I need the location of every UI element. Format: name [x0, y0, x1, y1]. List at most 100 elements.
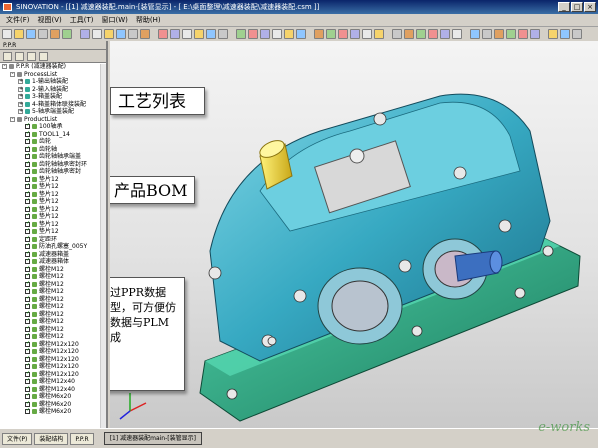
- toolbar-tool-icon[interactable]: [206, 29, 216, 39]
- visibility-checkbox[interactable]: [25, 280, 30, 287]
- toolbar-tool-icon[interactable]: [440, 29, 450, 39]
- toolbar-tool-icon[interactable]: [50, 29, 60, 39]
- toolbar-tool-icon[interactable]: [194, 29, 204, 39]
- tree-product-item[interactable]: 螺栓M12x120: [0, 340, 106, 349]
- tree-product-item[interactable]: 垫片12: [0, 190, 106, 199]
- tree-product-item[interactable]: 垫片12: [0, 212, 106, 221]
- tree-process-item[interactable]: +3-箱盖装配: [0, 93, 106, 101]
- expand-toggle-icon[interactable]: -: [10, 116, 15, 122]
- toolbar-tool-icon[interactable]: [284, 29, 294, 39]
- visibility-checkbox[interactable]: [25, 332, 30, 340]
- visibility-checkbox[interactable]: [25, 347, 30, 355]
- menu-tools[interactable]: 工具(T): [70, 14, 94, 26]
- minimize-button[interactable]: _: [558, 2, 570, 12]
- tree-product-item[interactable]: TOOL1_14: [0, 130, 106, 139]
- expand-toggle-icon[interactable]: +: [18, 94, 23, 99]
- tree-product-item[interactable]: 螺栓M12: [0, 280, 106, 289]
- tab-assembly-structure[interactable]: 装配结构: [34, 432, 69, 445]
- tree-product-item[interactable]: 螺栓M12: [0, 310, 106, 319]
- toolbar-tool-icon[interactable]: [236, 29, 246, 39]
- toolbar-tool-icon[interactable]: [116, 29, 126, 39]
- tree-product-item[interactable]: 螺栓M12: [0, 302, 106, 311]
- toolbar-tool-icon[interactable]: [26, 29, 36, 39]
- visibility-checkbox[interactable]: [25, 310, 30, 317]
- visibility-checkbox[interactable]: [25, 182, 30, 190]
- visibility-checkbox[interactable]: [25, 272, 30, 280]
- menu-file[interactable]: 文件(F): [6, 14, 30, 26]
- tree-product-item[interactable]: 螺栓M12: [0, 325, 106, 334]
- visibility-checkbox[interactable]: [25, 257, 30, 265]
- tree-product-item[interactable]: 齿轮轴轴承端盖: [0, 152, 106, 161]
- tree-product-item[interactable]: 螺栓M12x120: [0, 370, 106, 379]
- toolbar-tool-icon[interactable]: [248, 29, 258, 39]
- visibility-checkbox[interactable]: [25, 160, 30, 167]
- toolbar-tool-icon[interactable]: [392, 29, 402, 39]
- toolbar-tool-icon[interactable]: [374, 29, 384, 39]
- tree-product-item[interactable]: 垫片12: [0, 197, 106, 206]
- menu-window[interactable]: 窗口(W): [102, 14, 128, 26]
- tree-product-item[interactable]: 螺栓M6x20: [0, 392, 106, 401]
- toolbar-tool-icon[interactable]: [314, 29, 324, 39]
- toolbar-tool-icon[interactable]: [272, 29, 282, 39]
- tree-product-item[interactable]: 垫片12: [0, 227, 106, 236]
- tree-process-item[interactable]: +5-轴承端盖装配: [0, 108, 106, 116]
- tree-product-item[interactable]: 齿轮轴: [0, 145, 106, 154]
- visibility-checkbox[interactable]: [25, 212, 30, 220]
- visibility-checkbox[interactable]: [25, 355, 30, 362]
- visibility-checkbox[interactable]: [25, 250, 30, 257]
- toolbar-tool-icon[interactable]: [296, 29, 306, 39]
- visibility-checkbox[interactable]: [25, 152, 30, 160]
- visibility-checkbox[interactable]: [25, 167, 30, 175]
- maximize-button[interactable]: □: [571, 2, 583, 12]
- visibility-checkbox[interactable]: [25, 175, 30, 182]
- expand-toggle-icon[interactable]: +: [18, 86, 23, 92]
- 3d-viewport[interactable]: 工艺列表 产品BOM 通过PPR数据模型，可方便仿真数据与PLM集成: [110, 41, 598, 428]
- document-tab[interactable]: [1] 减速器装配main-[装管显示]: [103, 432, 202, 445]
- tree-scrollbar[interactable]: [100, 64, 106, 428]
- visibility-checkbox[interactable]: [25, 340, 30, 347]
- toolbar-tool-icon[interactable]: [92, 29, 102, 39]
- tree-product-item[interactable]: 螺栓M6x20: [0, 407, 106, 416]
- toolbar-tool-icon[interactable]: [38, 29, 48, 39]
- toolbar-tool-icon[interactable]: [518, 29, 528, 39]
- toolbar-tool-icon[interactable]: [158, 29, 168, 39]
- tree-process-item[interactable]: +1-输出轴装配: [0, 78, 106, 86]
- tree-product-item[interactable]: 螺栓M12x120: [0, 362, 106, 371]
- tree-product-item[interactable]: 螺栓M12: [0, 265, 106, 274]
- toolbar-tool-icon[interactable]: [182, 29, 192, 39]
- toolbar-tool-icon[interactable]: [428, 29, 438, 39]
- visibility-checkbox[interactable]: [25, 130, 30, 137]
- visibility-checkbox[interactable]: [25, 235, 30, 242]
- pin-icon[interactable]: [39, 52, 48, 61]
- toolbar-tool-icon[interactable]: [218, 29, 228, 39]
- tree-product-item[interactable]: 减速器箱盖: [0, 250, 106, 259]
- toolbar-tool-icon[interactable]: [548, 29, 558, 39]
- toolbar-tool-icon[interactable]: [362, 29, 372, 39]
- tree-root[interactable]: - P.P.R (减速器装配): [0, 63, 106, 71]
- tree-process-list[interactable]: - ProcessList: [0, 71, 106, 79]
- visibility-checkbox[interactable]: [25, 145, 30, 152]
- visibility-checkbox[interactable]: [25, 220, 30, 227]
- tree-product-item[interactable]: 定距环: [0, 235, 106, 244]
- visibility-checkbox[interactable]: [25, 197, 30, 205]
- visibility-checkbox[interactable]: [25, 190, 30, 197]
- tree-product-item[interactable]: 螺栓M12x120: [0, 347, 106, 356]
- toolbar-tool-icon[interactable]: [140, 29, 150, 39]
- toolbar-tool-icon[interactable]: [80, 29, 90, 39]
- tree-product-list[interactable]: - ProductList: [0, 116, 106, 124]
- visibility-checkbox[interactable]: [25, 362, 30, 370]
- visibility-checkbox[interactable]: [25, 242, 30, 250]
- visibility-checkbox[interactable]: [25, 392, 30, 400]
- visibility-checkbox[interactable]: [25, 265, 30, 272]
- visibility-checkbox[interactable]: [25, 400, 30, 407]
- visibility-checkbox[interactable]: [25, 302, 30, 310]
- expand-toggle-icon[interactable]: +: [18, 101, 23, 107]
- expand-toggle-icon[interactable]: -: [10, 71, 15, 77]
- visibility-checkbox[interactable]: [25, 122, 30, 130]
- visibility-checkbox[interactable]: [25, 287, 30, 295]
- visibility-checkbox[interactable]: [25, 325, 30, 332]
- toolbar-tool-icon[interactable]: [452, 29, 462, 39]
- save-icon[interactable]: [15, 52, 24, 61]
- toolbar-tool-icon[interactable]: [326, 29, 336, 39]
- visibility-checkbox[interactable]: [25, 407, 30, 415]
